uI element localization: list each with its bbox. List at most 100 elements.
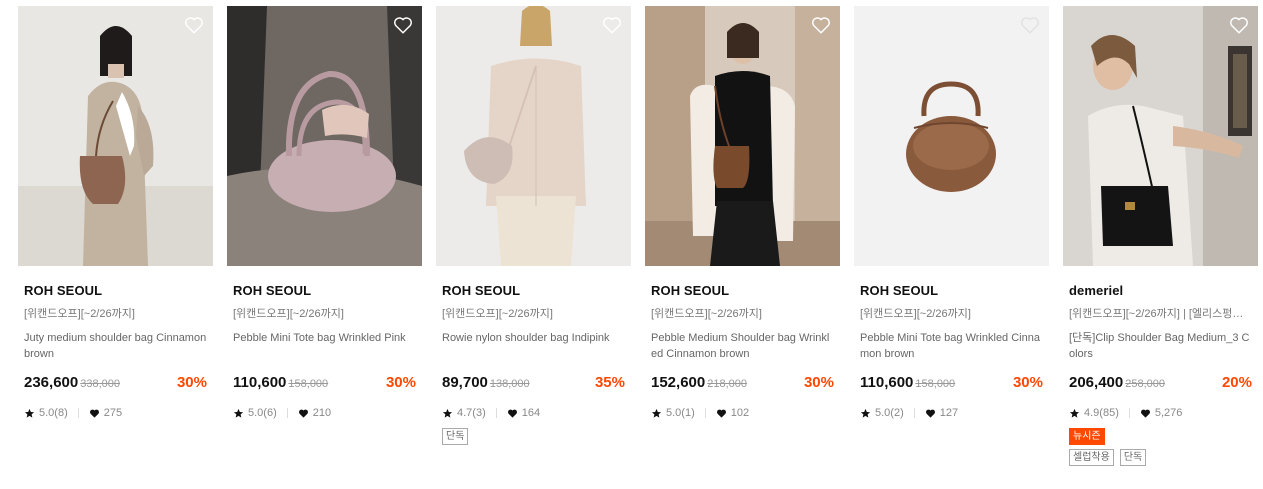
product-photo xyxy=(645,6,840,266)
product-image[interactable] xyxy=(227,6,422,266)
price-row: 206,400 258,000 20% xyxy=(1069,374,1252,394)
discount-rate: 30% xyxy=(1012,374,1043,391)
tag-exclusive: 단독 xyxy=(1119,449,1147,466)
sale-price: 152,600 xyxy=(651,374,706,391)
discount-rate: 30% xyxy=(176,374,207,391)
wishlist-heart-icon[interactable] xyxy=(810,14,832,36)
promo-text: [위캔드오프][~2/26까지] xyxy=(233,308,344,320)
sale-price: 236,600 xyxy=(24,374,79,391)
product-photo xyxy=(436,6,631,266)
heart-icon xyxy=(298,409,308,418)
heart-icon xyxy=(716,409,726,418)
product-image[interactable] xyxy=(436,6,631,266)
promo-text: [위캔드오프][~2/26까지] | [엘리스펑… xyxy=(1069,308,1244,320)
product-card[interactable]: ROH SEOUL [위캔드오프][~2/26까지] Pebble Mini T… xyxy=(227,6,422,420)
product-card[interactable]: ROH SEOUL [위캔드오프][~2/26까지] Pebble Mini T… xyxy=(854,6,1049,420)
promo-text: [위캔드오프][~2/26까지] xyxy=(442,308,553,320)
divider xyxy=(77,408,79,418)
product-card[interactable]: ROH SEOUL [위캔드오프][~2/26까지] Pebble Medium… xyxy=(645,6,840,420)
product-card[interactable]: ROH SEOUL [위캔드오프][~2/26까지] Rowie nylon s… xyxy=(436,6,631,445)
product-grid: ROH SEOUL [위캔드오프][~2/26까지] Juty medium s… xyxy=(0,0,1263,489)
product-name[interactable]: Pebble Medium Shoulder bag Wrinkled Cinn… xyxy=(651,330,834,362)
product-meta: 5.0(8) 275 xyxy=(24,406,207,420)
star-icon xyxy=(233,408,244,418)
wishlist-heart-icon[interactable] xyxy=(601,14,623,36)
brand-name[interactable]: ROH SEOUL xyxy=(442,283,625,299)
divider xyxy=(495,408,497,418)
original-price: 338,000 xyxy=(80,378,120,390)
product-image[interactable] xyxy=(645,6,840,266)
product-card[interactable]: demeriel [위캔드오프][~2/26까지] | [엘리스펑… [단독]C… xyxy=(1063,6,1258,466)
product-name[interactable]: Pebble Mini Tote bag Wrinkled Pink xyxy=(233,330,416,362)
heart-icon xyxy=(925,409,935,418)
discount-rate: 35% xyxy=(594,374,625,391)
price-row: 152,600 218,000 30% xyxy=(651,374,834,394)
sale-price: 110,600 xyxy=(233,374,287,391)
heart-icon xyxy=(1140,409,1150,418)
promo-text: [위캔드오프][~2/26까지] xyxy=(651,308,762,320)
like-count: 210 xyxy=(312,407,332,419)
product-photo xyxy=(18,6,213,266)
brand-name[interactable]: ROH SEOUL xyxy=(651,283,834,299)
product-name[interactable]: Pebble Mini Tote bag Wrinkled Cinnamon b… xyxy=(860,330,1043,362)
like-count: 5,276 xyxy=(1154,407,1183,419)
star-icon xyxy=(442,408,453,418)
product-image[interactable] xyxy=(18,6,213,266)
wishlist-heart-icon[interactable] xyxy=(1228,14,1250,36)
wishlist-heart-icon[interactable] xyxy=(1019,14,1041,36)
like-count: 164 xyxy=(521,407,541,419)
star-icon xyxy=(24,408,35,418)
product-meta: 5.0(2) 127 xyxy=(860,406,1043,420)
brand-name[interactable]: ROH SEOUL xyxy=(860,283,1043,299)
brand-name[interactable]: ROH SEOUL xyxy=(24,283,207,299)
product-image[interactable] xyxy=(854,6,1049,266)
sale-price: 110,600 xyxy=(860,374,914,391)
price-row: 110,600 158,000 30% xyxy=(860,374,1043,394)
star-icon xyxy=(1069,408,1080,418)
divider xyxy=(704,408,706,418)
rating: 5.0(8) xyxy=(39,407,68,419)
rating: 5.0(1) xyxy=(666,407,695,419)
promo-text: [위캔드오프][~2/26까지] xyxy=(860,308,971,320)
price-row: 236,600 338,000 30% xyxy=(24,374,207,394)
rating: 4.9(85) xyxy=(1084,407,1119,419)
product-photo xyxy=(1063,6,1258,266)
price-row: 110,600 158,000 30% xyxy=(233,374,416,394)
discount-rate: 20% xyxy=(1221,374,1252,391)
product-name[interactable]: [단독]Clip Shoulder Bag Medium_3 Colors xyxy=(1069,330,1252,362)
wishlist-heart-icon[interactable] xyxy=(183,14,205,36)
new-season-badge: 뉴시즌 xyxy=(1069,428,1105,445)
divider xyxy=(1128,408,1130,418)
original-price: 218,000 xyxy=(707,378,747,390)
tag-list: 셀럽착용 단독 xyxy=(1069,449,1252,466)
tag-exclusive: 단독 xyxy=(442,428,469,445)
sale-price: 89,700 xyxy=(442,374,488,391)
divider xyxy=(913,408,915,418)
original-price: 158,000 xyxy=(288,378,329,390)
discount-rate: 30% xyxy=(803,374,834,391)
brand-name[interactable]: demeriel xyxy=(1069,283,1252,299)
divider xyxy=(286,408,288,418)
like-count: 127 xyxy=(939,407,959,419)
rating: 5.0(6) xyxy=(248,407,277,419)
original-price: 258,000 xyxy=(1125,378,1165,390)
tag-list: 단독 xyxy=(442,428,625,445)
heart-icon xyxy=(507,409,517,418)
heart-icon xyxy=(89,409,99,418)
product-image[interactable] xyxy=(1063,6,1258,266)
product-name[interactable]: Rowie nylon shoulder bag Indipink xyxy=(442,330,625,362)
product-meta: 5.0(6) 210 xyxy=(233,406,416,420)
original-price: 138,000 xyxy=(489,378,530,390)
sale-price: 206,400 xyxy=(1069,374,1124,391)
discount-rate: 30% xyxy=(385,374,416,391)
brand-name[interactable]: ROH SEOUL xyxy=(233,283,416,299)
badge-list: 뉴시즌 xyxy=(1069,428,1252,445)
rating: 5.0(2) xyxy=(875,407,904,419)
like-count: 102 xyxy=(730,407,750,419)
product-card[interactable]: ROH SEOUL [위캔드오프][~2/26까지] Juty medium s… xyxy=(18,6,213,420)
price-row: 89,700 138,000 35% xyxy=(442,374,625,394)
tag-celeb-worn: 셀럽착용 xyxy=(1069,449,1114,466)
product-name[interactable]: Juty medium shoulder bag Cinnamon brown xyxy=(24,330,207,362)
wishlist-heart-icon[interactable] xyxy=(392,14,414,36)
promo-text: [위캔드오프][~2/26까지] xyxy=(24,308,135,320)
